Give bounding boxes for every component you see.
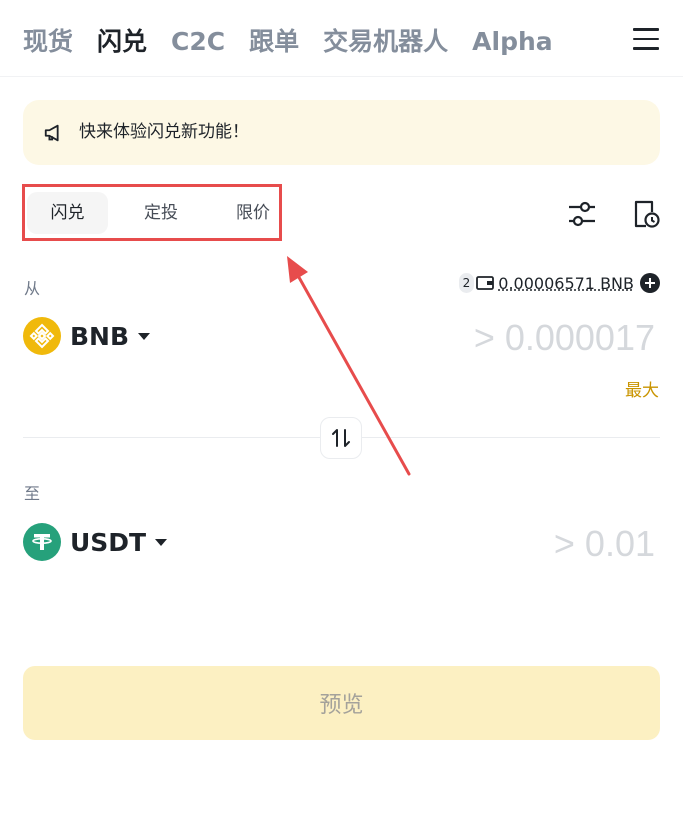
to-label: 至	[24, 484, 41, 503]
from-token-selector[interactable]: BNB	[23, 317, 151, 355]
nav-tab-c2c[interactable]: C2C	[171, 22, 225, 62]
from-label: 从	[24, 279, 41, 298]
top-navigation: 现货 闪兑 C2C 跟单 交易机器人 Alpha	[0, 0, 683, 77]
nav-tab-alpha[interactable]: Alpha	[472, 22, 552, 62]
nav-tabs: 现货 闪兑 C2C 跟单 交易机器人 Alpha	[23, 22, 577, 62]
nav-tab-copy-trading[interactable]: 跟单	[249, 22, 299, 62]
to-token-selector[interactable]: USDT	[23, 523, 168, 561]
max-button[interactable]: 最大	[625, 376, 659, 401]
from-token-name: BNB	[70, 321, 130, 351]
swap-direction-button[interactable]	[320, 417, 362, 459]
usdt-coin-icon	[23, 523, 61, 561]
hamburger-menu-icon[interactable]	[633, 28, 659, 52]
mode-tab-recurring[interactable]: 定投	[121, 192, 201, 234]
preview-button[interactable]: 预览	[23, 666, 660, 740]
from-balance: 2 0.00006571 BNB	[458, 273, 660, 293]
announcement-banner[interactable]: 快来体验闪兑新功能！	[23, 100, 660, 165]
order-history-icon[interactable]	[632, 199, 660, 229]
mode-tab-convert[interactable]: 闪兑	[27, 192, 108, 234]
balance-amount[interactable]: 0.00006571 BNB	[498, 274, 634, 293]
chevron-down-icon	[155, 538, 168, 546]
banner-text: 快来体验闪兑新功能！	[79, 122, 249, 142]
nav-tab-convert[interactable]: 闪兑	[97, 22, 147, 62]
swap-arrows-icon	[332, 429, 350, 447]
to-token-name: USDT	[70, 527, 147, 557]
nav-tab-spot[interactable]: 现货	[23, 22, 73, 62]
chevron-down-icon	[138, 332, 151, 340]
settings-sliders-icon[interactable]	[567, 200, 597, 228]
add-funds-plus-icon[interactable]	[640, 273, 660, 293]
bnb-coin-icon	[23, 317, 61, 355]
mode-tab-limit[interactable]: 限价	[221, 192, 285, 234]
nav-tab-trading-bots[interactable]: 交易机器人	[323, 22, 448, 62]
mode-tabs-highlight-box: 闪兑 定投 限价	[22, 184, 282, 241]
megaphone-icon	[44, 124, 59, 142]
from-amount-input[interactable]	[373, 312, 657, 364]
balance-badge: 2	[458, 273, 475, 293]
to-amount-input[interactable]	[453, 518, 657, 570]
wallet-icon	[476, 276, 495, 290]
